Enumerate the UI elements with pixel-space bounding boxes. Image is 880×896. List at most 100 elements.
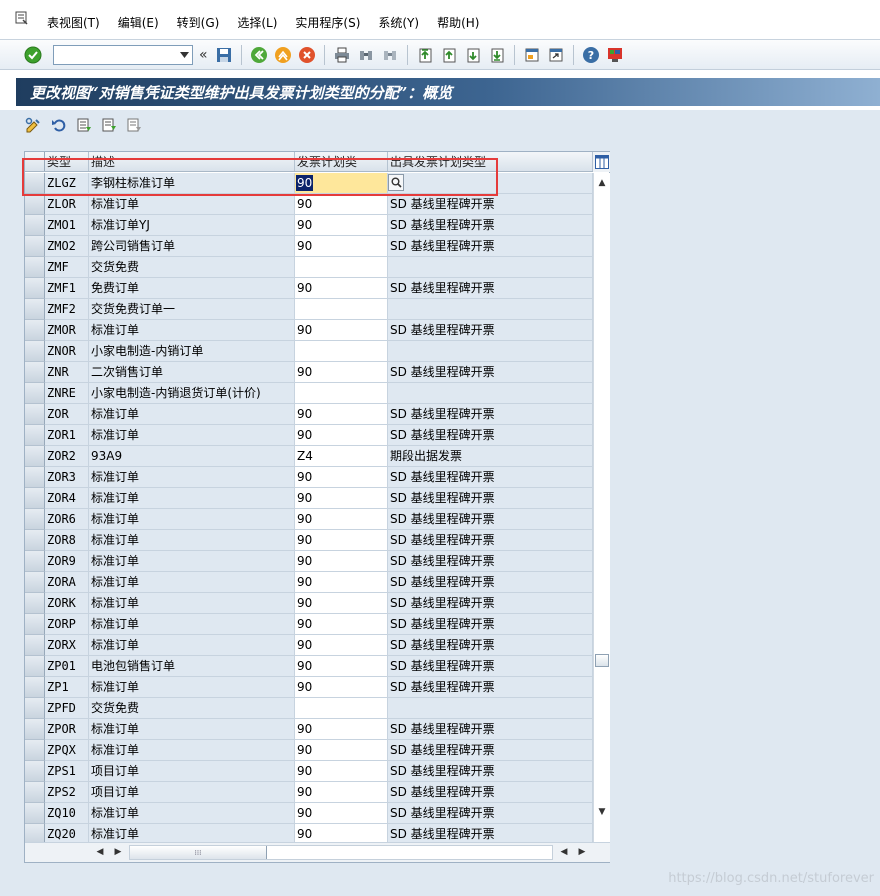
invoice-plan-type-input[interactable]: 90: [295, 404, 388, 425]
exit-icon[interactable]: [272, 44, 294, 66]
menu-edit[interactable]: 编辑(E): [109, 14, 168, 31]
scroll-right-icon[interactable]: ▶: [111, 845, 125, 859]
horizontal-scroll-thumb[interactable]: ⁞⁞⁞: [130, 846, 267, 859]
undo-icon[interactable]: [48, 114, 70, 136]
help-icon[interactable]: ?: [580, 44, 602, 66]
scroll-down-icon[interactable]: ▼: [594, 804, 610, 820]
row-selector[interactable]: [25, 425, 45, 446]
shortcut-icon[interactable]: [545, 44, 567, 66]
invoice-plan-type-input[interactable]: 90: [295, 530, 388, 551]
row-selector[interactable]: [25, 656, 45, 677]
row-selector[interactable]: [25, 551, 45, 572]
row-selector[interactable]: [25, 488, 45, 509]
invoice-plan-type-input[interactable]: [295, 299, 388, 320]
previous-page-icon[interactable]: [438, 44, 460, 66]
invoice-plan-type-input-active[interactable]: 90: [295, 173, 388, 194]
invoice-plan-type-input[interactable]: [295, 383, 388, 404]
row-selector[interactable]: [25, 572, 45, 593]
row-selector[interactable]: [25, 383, 45, 404]
search-help-icon[interactable]: [388, 174, 404, 191]
menu-goto[interactable]: 转到(G): [168, 14, 229, 31]
invoice-plan-type-input[interactable]: 90: [295, 467, 388, 488]
select-all-header[interactable]: [25, 152, 45, 171]
invoice-plan-type-input[interactable]: [295, 698, 388, 719]
invoice-plan-type-input[interactable]: 90: [295, 362, 388, 383]
find-icon[interactable]: [355, 44, 377, 66]
enter-icon[interactable]: [22, 44, 44, 66]
invoice-plan-type-input[interactable]: [295, 341, 388, 362]
row-selector[interactable]: [25, 761, 45, 782]
row-selector[interactable]: [25, 194, 45, 215]
row-selector[interactable]: [25, 698, 45, 719]
column-header-billing-plan-type[interactable]: 出具发票计划类型: [388, 152, 593, 171]
row-selector[interactable]: [25, 257, 45, 278]
row-selector[interactable]: [25, 803, 45, 824]
row-selector[interactable]: [25, 236, 45, 257]
horizontal-scroll-track[interactable]: ⁞⁞⁞: [129, 845, 553, 860]
save-icon[interactable]: [213, 44, 235, 66]
row-selector[interactable]: [25, 278, 45, 299]
print-icon[interactable]: [331, 44, 353, 66]
invoice-plan-type-input[interactable]: 90: [295, 761, 388, 782]
command-field[interactable]: [53, 44, 193, 65]
row-selector[interactable]: [25, 446, 45, 467]
cancel-icon[interactable]: [296, 44, 318, 66]
horizontal-scrollbar[interactable]: ◀ ▶ ⁞⁞⁞ ◀ ▶: [25, 842, 610, 862]
menu-table-view[interactable]: 表视图(T): [38, 14, 109, 31]
find-next-icon[interactable]: [379, 44, 401, 66]
menu-system[interactable]: 系统(Y): [369, 14, 428, 31]
row-selector[interactable]: [25, 740, 45, 761]
vertical-scrollbar[interactable]: ▲ ▼: [593, 173, 610, 842]
row-selector[interactable]: [25, 530, 45, 551]
invoice-plan-type-input[interactable]: 90: [295, 236, 388, 257]
row-selector[interactable]: [25, 362, 45, 383]
invoice-plan-type-input[interactable]: [295, 257, 388, 278]
column-header-invoice-plan-type[interactable]: 发票计划类: [295, 152, 388, 171]
scroll-right-end-icon[interactable]: ▶: [575, 845, 589, 859]
app-menu-icon[interactable]: [12, 11, 32, 29]
invoice-plan-type-input[interactable]: 90: [295, 782, 388, 803]
menu-utilities[interactable]: 实用程序(S): [286, 14, 369, 31]
table-settings-icon[interactable]: [593, 152, 610, 172]
deselect-all-icon[interactable]: [123, 114, 145, 136]
invoice-plan-type-input[interactable]: 90: [295, 215, 388, 236]
first-page-icon[interactable]: [414, 44, 436, 66]
invoice-plan-type-input[interactable]: 90: [295, 635, 388, 656]
next-page-icon[interactable]: [462, 44, 484, 66]
row-selector[interactable]: [25, 320, 45, 341]
row-selector[interactable]: [25, 782, 45, 803]
invoice-plan-type-input[interactable]: 90: [295, 656, 388, 677]
invoice-plan-type-input[interactable]: 90: [295, 488, 388, 509]
collapse-command-button[interactable]: «: [199, 47, 208, 63]
invoice-plan-type-input[interactable]: 90: [295, 278, 388, 299]
invoice-plan-type-input[interactable]: 90: [295, 551, 388, 572]
customize-layout-icon[interactable]: [604, 44, 626, 66]
scroll-left-icon[interactable]: ◀: [93, 845, 107, 859]
invoice-plan-type-input[interactable]: 90: [295, 719, 388, 740]
row-selector[interactable]: [25, 677, 45, 698]
row-selector[interactable]: [25, 215, 45, 236]
invoice-plan-type-input[interactable]: 90: [295, 803, 388, 824]
scroll-left-end-icon[interactable]: ◀: [557, 845, 571, 859]
new-session-icon[interactable]: [521, 44, 543, 66]
row-selector[interactable]: [25, 341, 45, 362]
invoice-plan-type-input[interactable]: 90: [295, 677, 388, 698]
menu-selection[interactable]: 选择(L): [228, 14, 286, 31]
invoice-plan-type-input[interactable]: 90: [295, 425, 388, 446]
vertical-scroll-thumb[interactable]: [595, 654, 609, 667]
back-icon[interactable]: [248, 44, 270, 66]
display-change-icon[interactable]: [23, 114, 45, 136]
scroll-up-icon[interactable]: ▲: [594, 175, 610, 191]
invoice-plan-type-input[interactable]: Z4: [295, 446, 388, 467]
invoice-plan-type-input[interactable]: 90: [295, 320, 388, 341]
invoice-plan-type-input[interactable]: 90: [295, 194, 388, 215]
invoice-plan-type-input[interactable]: 90: [295, 614, 388, 635]
row-selector[interactable]: [25, 593, 45, 614]
row-selector[interactable]: [25, 509, 45, 530]
column-header-type[interactable]: 类型: [45, 152, 89, 171]
row-selector[interactable]: [25, 404, 45, 425]
row-selector[interactable]: [25, 635, 45, 656]
menu-help[interactable]: 帮助(H): [428, 14, 488, 31]
chevron-down-icon[interactable]: [176, 46, 192, 64]
invoice-plan-type-input[interactable]: 90: [295, 740, 388, 761]
